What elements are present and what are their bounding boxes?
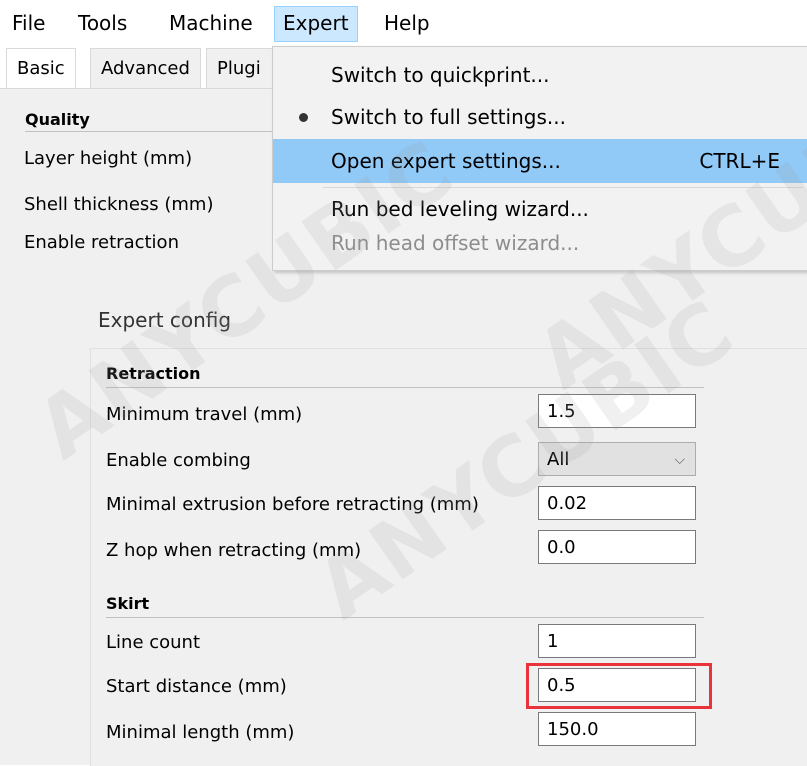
skirt-section-title: Skirt xyxy=(106,594,150,613)
min-travel-input[interactable]: 1.5 xyxy=(538,394,696,428)
menu-item-switch-quickprint[interactable]: Switch to quickprint... xyxy=(273,53,807,97)
quality-section-title: Quality xyxy=(25,110,90,129)
combing-select[interactable]: All ⌵ xyxy=(538,442,696,476)
menu-expert[interactable]: Expert xyxy=(274,6,358,42)
menu-item-label: Run head offset wizard... xyxy=(331,231,580,255)
chevron-down-icon: ⌵ xyxy=(674,452,685,468)
radio-bullet-icon xyxy=(299,113,308,122)
retraction-section-title: Retraction xyxy=(106,364,201,383)
start-distance-callout xyxy=(526,663,712,709)
menu-help[interactable]: Help xyxy=(382,6,432,42)
retraction-divider xyxy=(106,387,704,388)
min-extrusion-label: Minimal extrusion before retracting (mm) xyxy=(106,494,479,515)
minimal-length-input[interactable]: 150.0 xyxy=(538,712,696,746)
menu-tools[interactable]: Tools xyxy=(76,6,129,42)
skirt-divider xyxy=(106,617,704,618)
min-travel-label: Minimum travel (mm) xyxy=(106,404,303,425)
menu-item-head-offset-wizard: Run head offset wizard... xyxy=(273,221,807,265)
z-hop-input[interactable]: 0.0 xyxy=(538,530,696,564)
min-extrusion-input[interactable]: 0.02 xyxy=(538,486,696,520)
menu-file[interactable]: File xyxy=(10,6,47,42)
line-count-input[interactable]: 1 xyxy=(538,624,696,658)
expert-dropdown-menu: Switch to quickprint... Switch to full s… xyxy=(272,46,807,271)
menu-item-label: Switch to full settings... xyxy=(331,105,566,129)
start-distance-label: Start distance (mm) xyxy=(106,676,287,697)
menu-item-shortcut: CTRL+E xyxy=(699,149,780,173)
z-hop-label: Z hop when retracting (mm) xyxy=(106,540,362,561)
enable-retraction-label: Enable retraction xyxy=(24,232,179,253)
layer-height-label: Layer height (mm) xyxy=(24,148,193,169)
quality-divider xyxy=(25,131,275,132)
menu-item-label: Switch to quickprint... xyxy=(331,63,550,87)
menu-item-open-expert-settings[interactable]: Open expert settings... CTRL+E xyxy=(273,139,807,183)
menu-item-label: Open expert settings... xyxy=(331,149,561,173)
tab-advanced[interactable]: Advanced xyxy=(90,48,201,89)
expert-config-title: Expert config xyxy=(98,308,232,332)
tab-basic[interactable]: Basic xyxy=(6,48,76,89)
line-count-label: Line count xyxy=(106,632,201,653)
combing-label: Enable combing xyxy=(106,450,251,471)
menu-machine[interactable]: Machine xyxy=(167,6,255,42)
shell-thickness-label: Shell thickness (mm) xyxy=(24,194,214,215)
menu-item-switch-full-settings[interactable]: Switch to full settings... xyxy=(273,95,807,139)
combing-select-value: All xyxy=(547,449,570,470)
minimal-length-label: Minimal length (mm) xyxy=(106,722,295,743)
